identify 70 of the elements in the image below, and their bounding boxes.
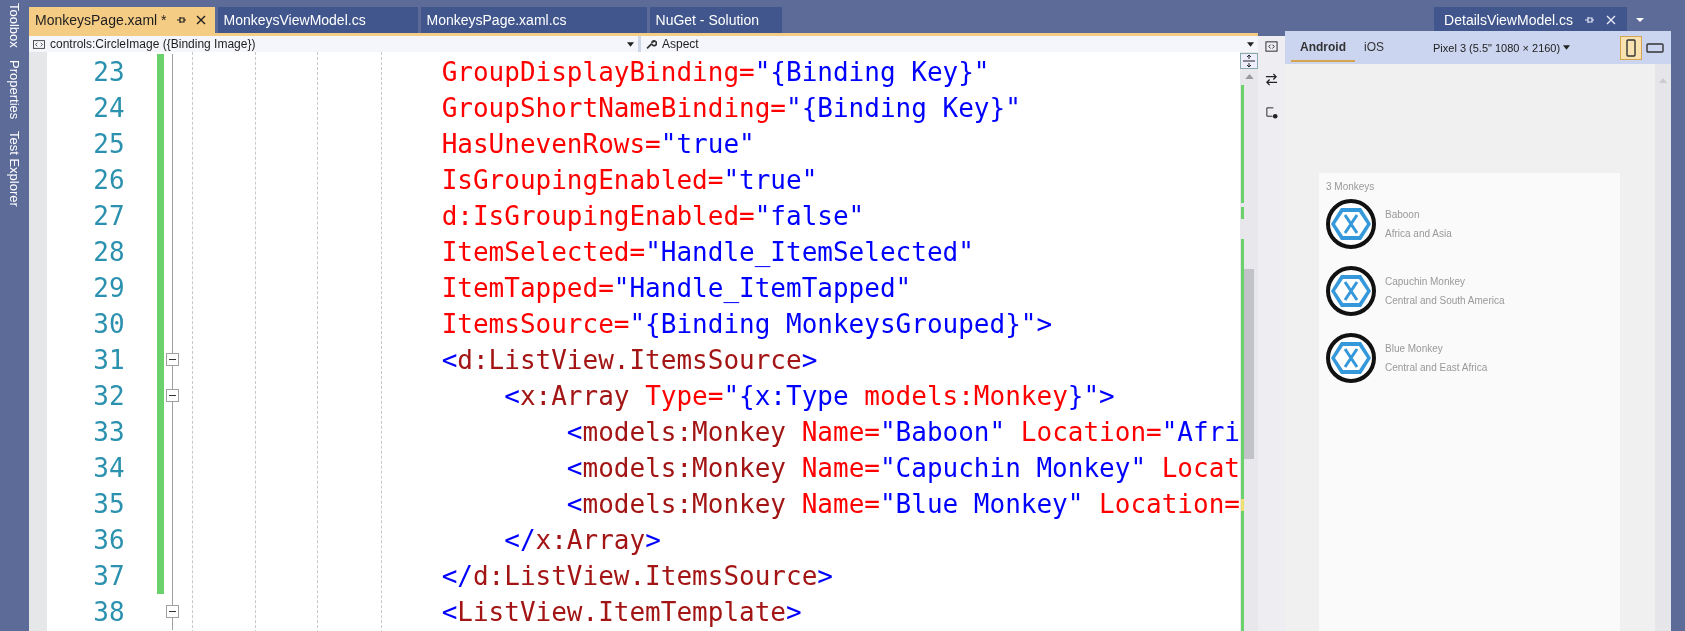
code-line: <d:ListView.ItemsSource> [440,344,818,377]
scrollbar-thumb[interactable] [1244,269,1254,459]
platform-tab[interactable]: iOS [1355,33,1393,62]
monkey-name: Baboon [1385,208,1421,220]
document-tab[interactable]: DetailsViewModel.cs [1434,7,1627,33]
swap-icon[interactable] [1265,73,1278,86]
code-line: ItemSelected="Handle_ItemSelected" [440,236,974,269]
monkey-name: Blue Monkey [1385,342,1444,354]
line-number: 37 [92,561,125,591]
line-number: 29 [92,273,125,303]
element-icon [33,38,45,50]
group-header: 3 Monkeys [1326,181,1376,192]
document-tab[interactable]: MonkeysViewModel.cs [217,7,418,33]
line-number: 24 [92,93,125,123]
member-dropdown[interactable]: Aspect [641,36,1258,52]
split-icon[interactable] [1241,54,1257,68]
code-line: <models:Monkey Name="Baboon" Location="Afri [565,416,1240,449]
monkey-location: Africa and Asia [1385,227,1452,239]
line-number: 27 [92,201,125,231]
document-tab[interactable]: MonkeysPage.xaml.cs [420,7,647,33]
code-line: ItemTapped="Handle_ItemTapped" [440,272,912,305]
collapse-icon[interactable] [165,605,179,618]
code-line: </d:ListView.ItemsSource> [440,560,833,593]
line-number: 38 [92,597,125,627]
document-tab[interactable]: NuGet - Solution [649,7,782,33]
line-number: 33 [92,417,125,447]
code-view-icon[interactable] [1265,40,1278,53]
code-line: GroupShortNameBinding="{Binding Key}" [440,92,1021,125]
line-number: 32 [92,381,125,411]
line-number: 36 [92,525,125,555]
pin-icon[interactable] [174,14,187,26]
collapse-icon[interactable] [165,353,179,366]
caret-icon [1247,41,1254,47]
platform-tab[interactable]: Android [1291,33,1355,62]
monkey-location: Central and East Africa [1385,361,1488,373]
collapse-icon[interactable] [165,389,179,402]
test-explorer-tab[interactable]: Test Explorer [7,131,22,207]
line-number: 35 [92,489,125,519]
dropdown-icon[interactable] [1635,17,1645,23]
caret-icon [1563,45,1571,50]
code-line: GroupDisplayBinding="{Binding Key}" [440,56,990,89]
line-number: 34 [92,453,125,483]
code-line: d:IsGroupingEnabled="false" [440,200,865,233]
code-line: <models:Monkey Name="Capuchin Monkey" Locat [565,452,1240,485]
code-line: </x:Array> [503,524,661,557]
line-number: 30 [92,309,125,339]
code-line: ItemsSource="{Binding MonkeysGrouped}"> [440,308,1053,341]
line-number: 23 [92,57,125,87]
line-number: 31 [92,345,125,375]
line-number: 26 [92,165,125,195]
properties-tab[interactable]: Properties [7,59,22,120]
square-dot-icon[interactable] [1265,106,1278,119]
caret-icon [627,41,634,47]
portrait-icon[interactable] [1621,36,1641,59]
code-line: IsGroupingEnabled="true" [440,164,818,197]
wrench-icon [645,38,657,50]
pin-icon[interactable] [1583,14,1595,26]
code-line: <x:Array Type="{x:Type models:Monkey}"> [503,380,1115,413]
close-icon[interactable] [194,14,207,26]
toolbox-tab[interactable]: Toolbox [7,3,22,48]
code-line: <ListView.ItemTemplate> [440,596,802,629]
document-tab[interactable]: MonkeysPage.xaml * [29,7,215,33]
line-number: 25 [92,129,125,159]
line-number: 28 [92,237,125,267]
monkey-name: Capuchin Monkey [1385,275,1467,287]
element-dropdown[interactable]: controls:CircleImage ({Binding Image}) [29,36,638,52]
code-line: <models:Monkey Name="Blue Monkey" Location= [565,488,1240,521]
device-dropdown[interactable]: Pixel 3 (5.5" 1080 × 2160) [1433,41,1571,54]
monkey-location: Central and South America [1385,294,1505,306]
code-line: HasUnevenRows="true" [440,128,755,161]
